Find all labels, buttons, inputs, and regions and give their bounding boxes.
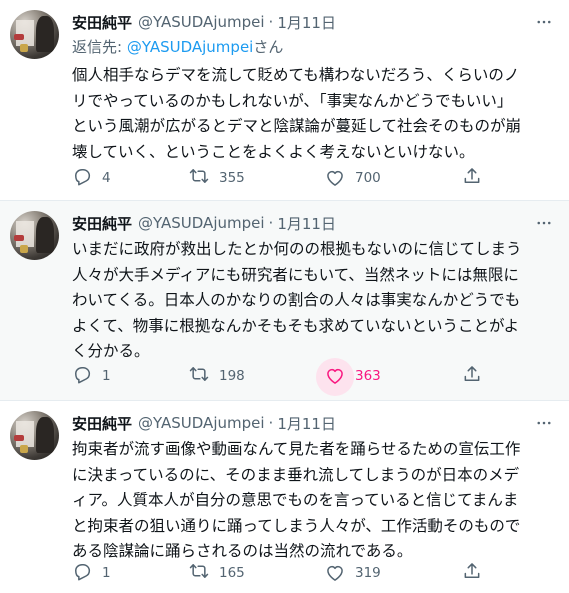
reply-context: 返信先: @YASUDAjumpeiさん — [72, 36, 283, 57]
retweet-button[interactable]: 165 — [189, 558, 245, 588]
avatar[interactable] — [10, 10, 59, 59]
author-handle[interactable]: @YASUDAjumpei — [138, 214, 265, 232]
heart-icon — [325, 563, 345, 583]
tweet-text-line: ィア。人質本人が自分の意思でものを言っていると信じてまんま — [72, 491, 519, 509]
retweet-icon — [189, 561, 209, 585]
tweet-2[interactable]: 安田純平 @YASUDAjumpei · 1月11日 いまだに政府が救出したとか… — [0, 200, 569, 400]
tweet-date[interactable]: 1月11日 — [277, 213, 336, 234]
tweet-text-line: よくて、物事に根拠なんかそもそも求めていないということがよ — [72, 316, 520, 335]
tweet-actions: 4 355 700 — [72, 163, 512, 193]
tweet-text-line: 壊していく、ということをよくよく考えないといけない。 — [72, 142, 475, 161]
tweet-text-line: 個人相手ならデマを流して貶めても構わないだろう、くらいのノ — [72, 66, 520, 84]
tweet-text-line: 人々が大手メディアにも研究者にもいて、当然ネットには無限に — [72, 265, 519, 284]
tweet-text-line: 拘束者が流す画像や動画なんて見た者を踊らせるための宣伝工作 — [72, 440, 521, 458]
author-handle[interactable]: @YASUDAjumpei — [138, 13, 265, 31]
tweet-text: いまだに政府が救出したとか何のの根拠もないのに信じてしまう 人々が大手メディアに… — [72, 237, 555, 365]
tweet-text-line: と拘束者の狙い通りに踊ってしまう人々が、工作活動そのもので — [72, 516, 521, 535]
reply-button[interactable]: 1 — [72, 558, 111, 588]
tweet-header: 安田純平 @YASUDAjumpei · 1月11日 — [72, 212, 557, 234]
retweet-count: 165 — [219, 565, 245, 581]
separator-dot: · — [268, 13, 274, 31]
tweet-date[interactable]: 1月11日 — [277, 12, 336, 33]
avatar[interactable] — [10, 211, 59, 260]
separator-dot: · — [268, 414, 274, 432]
tweet-text-line: リでやっているのかもしれないが、「事実なんかどうでもいい」 — [72, 91, 513, 110]
retweet-button[interactable]: 355 — [189, 163, 245, 193]
author-name[interactable]: 安田純平 — [72, 12, 132, 33]
tweet-3[interactable]: 安田純平 @YASUDAjumpei · 1月11日 拘束者が流す画像や動画なん… — [0, 400, 569, 593]
like-count: 700 — [355, 170, 381, 186]
share-icon — [462, 364, 482, 388]
author-handle[interactable]: @YASUDAjumpei — [138, 414, 265, 432]
tweet-text: 個人相手ならデマを流して貶めても構わないだろう、くらいのノ リでやっているのかも… — [72, 63, 555, 165]
like-button[interactable]: 319 — [325, 558, 381, 588]
reply-count: 4 — [102, 170, 111, 186]
more-horizontal-icon[interactable] — [531, 11, 557, 33]
like-count: 319 — [355, 565, 381, 581]
reply-icon — [72, 166, 92, 190]
like-button[interactable]: 700 — [325, 163, 381, 193]
tweet-header: 安田純平 @YASUDAjumpei · 1月11日 — [72, 11, 557, 33]
tweet-text-line: という風潮が広がるとデマと陰謀論が蔓延して社会そのものが崩 — [72, 117, 522, 135]
author-name[interactable]: 安田純平 — [72, 213, 132, 234]
reply-icon — [72, 561, 92, 585]
share-icon — [462, 166, 482, 190]
retweet-icon — [189, 166, 209, 190]
heart-icon — [316, 358, 354, 396]
like-button[interactable]: 363 — [316, 358, 381, 396]
reply-count: 1 — [102, 368, 111, 384]
separator-dot: · — [268, 214, 274, 232]
tweet-text-line: わいてくる。日本人のかなりの割合の人々は事実なんかどうでも — [72, 291, 521, 309]
tweet-1[interactable]: 安田純平 @YASUDAjumpei · 1月11日 返信先: @YASUDAj… — [0, 0, 569, 200]
reply-button[interactable]: 4 — [72, 163, 111, 193]
reply-to-label: 返信先: — [72, 38, 127, 56]
retweet-icon — [189, 364, 209, 388]
share-button[interactable] — [462, 558, 482, 588]
share-button[interactable] — [462, 361, 482, 391]
tweet-actions: 1 198 363 — [72, 358, 512, 396]
retweet-count: 355 — [219, 170, 245, 186]
share-button[interactable] — [462, 163, 482, 193]
tweet-header: 安田純平 @YASUDAjumpei · 1月11日 — [72, 412, 557, 434]
reply-to-suffix: さん — [253, 38, 284, 56]
like-count: 363 — [355, 368, 381, 384]
retweet-count: 198 — [219, 368, 245, 384]
heart-icon — [325, 168, 345, 188]
reply-count: 1 — [102, 565, 111, 581]
retweet-button[interactable]: 198 — [189, 361, 245, 391]
reply-button[interactable]: 1 — [72, 361, 111, 391]
avatar[interactable] — [10, 411, 59, 460]
reply-to-link[interactable]: @YASUDAjumpei — [127, 38, 254, 56]
reply-icon — [72, 364, 92, 388]
share-icon — [462, 561, 482, 585]
more-horizontal-icon[interactable] — [531, 212, 557, 234]
tweet-date[interactable]: 1月11日 — [277, 413, 336, 434]
more-horizontal-icon[interactable] — [531, 412, 557, 434]
tweet-text-line: に決まっているのに、そのまま垂れ流してしまうのが日本のメデ — [72, 465, 520, 484]
tweet-actions: 1 165 319 — [72, 558, 512, 588]
tweet-text: 拘束者が流す画像や動画なんて見た者を踊らせるための宣伝工作 に決まっているのに、… — [72, 437, 555, 565]
author-name[interactable]: 安田純平 — [72, 413, 132, 434]
tweet-text-line: いまだに政府が救出したとか何のの根拠もないのに信じてしまう — [72, 240, 522, 258]
